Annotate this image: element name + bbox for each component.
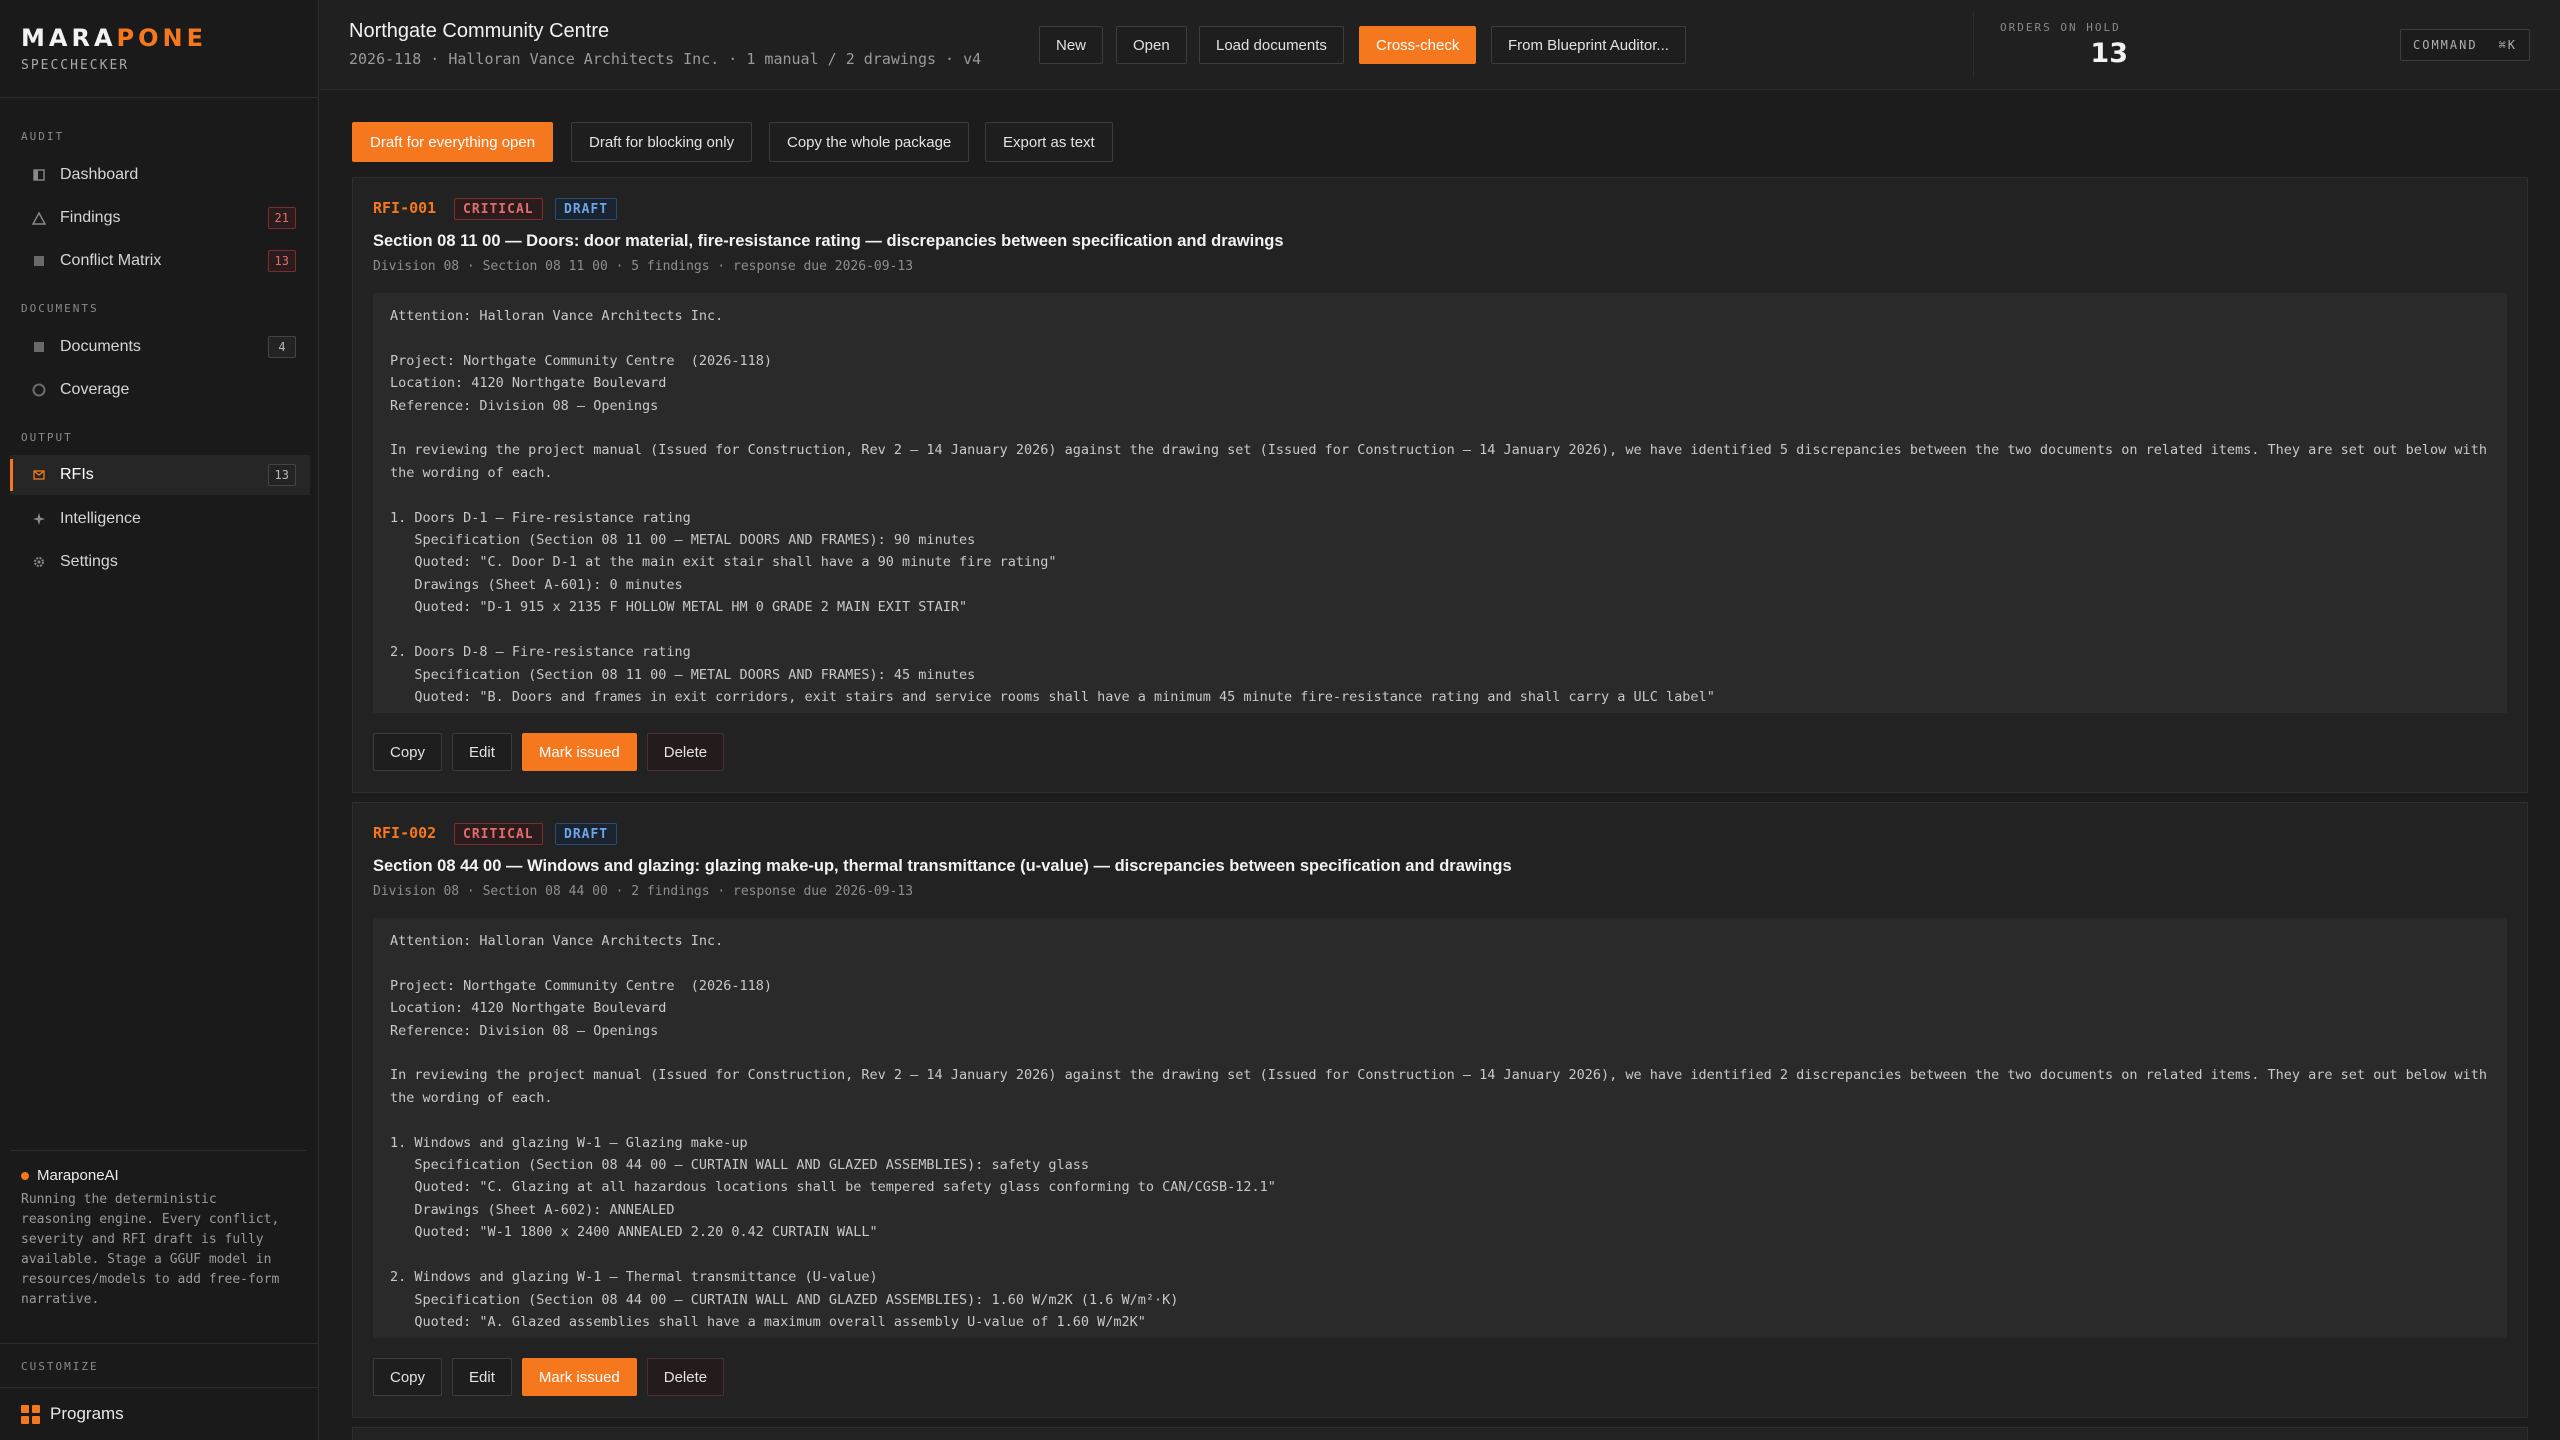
sidebar: MARAPONE SPECCHECKER AUDIT Dashboard Fin… [0, 0, 319, 1440]
sparkle-icon [32, 512, 46, 526]
draft-everything-open-button[interactable]: Draft for everything open [352, 122, 554, 162]
rfis-count-badge: 13 [267, 464, 296, 486]
project-meta: 2026-118 · Halloran Vance Architects Inc… [349, 50, 982, 68]
sidebar-item-label: Findings [60, 209, 121, 226]
section-label-audit: AUDIT [21, 130, 65, 143]
new-button[interactable]: New [1039, 26, 1104, 64]
copy-whole-package-button[interactable]: Copy the whole package [769, 122, 970, 162]
orders-on-hold-label: ORDERS ON HOLD [2000, 21, 2121, 34]
delete-button[interactable]: Delete [646, 1358, 725, 1396]
orders-on-hold-value: 13 [2090, 38, 2128, 69]
sidebar-item-label: Settings [60, 553, 118, 570]
findings-count-badge: 21 [267, 207, 296, 229]
status-badge: DRAFT [555, 823, 618, 845]
rfi-id: RFI-001 [373, 199, 437, 217]
sidebar-item-label: Intelligence [60, 510, 141, 527]
status-dot-icon [21, 1171, 29, 1180]
divider [1973, 12, 1974, 78]
sidebar-item-intelligence[interactable]: Intelligence [10, 499, 310, 539]
rfi-card: RFI-002 CRITICAL DRAFT Section 08 44 00 … [352, 802, 2528, 1418]
sidebar-item-dashboard[interactable]: Dashboard [10, 155, 310, 195]
open-button[interactable]: Open [1116, 26, 1187, 64]
sidebar-item-findings[interactable]: Findings 21 [10, 198, 310, 238]
rfi-card [352, 1427, 2528, 1440]
rfi-id: RFI-002 [373, 824, 437, 842]
matrix-icon [32, 254, 46, 268]
sidebar-item-label: RFIs [60, 466, 94, 483]
document-icon [32, 340, 46, 354]
rfi-card: RFI-001 CRITICAL DRAFT Section 08 11 00 … [352, 177, 2528, 793]
command-shortcut: ⌘K [2498, 38, 2517, 52]
load-documents-button[interactable]: Load documents [1199, 26, 1344, 64]
edit-button[interactable]: Edit [452, 733, 512, 771]
rfi-meta: Division 08 · Section 08 44 00 · 2 findi… [373, 884, 914, 899]
divider [0, 1387, 319, 1388]
draft-blocking-only-button[interactable]: Draft for blocking only [571, 122, 753, 162]
divider [0, 97, 319, 98]
severity-badge: CRITICAL [454, 198, 543, 220]
sidebar-item-coverage[interactable]: Coverage [10, 370, 310, 410]
grid-icon [21, 1404, 40, 1424]
programs-button[interactable]: Programs [21, 1400, 124, 1428]
sidebar-item-label: Conflict Matrix [60, 252, 162, 269]
sidebar-item-settings[interactable]: Settings [10, 542, 310, 582]
sidebar-item-label: Dashboard [60, 166, 139, 183]
sidebar-item-label: Documents [60, 338, 141, 355]
rfi-letter-body[interactable]: Attention: Halloran Vance Architects Inc… [373, 918, 2507, 1338]
coverage-icon [32, 383, 46, 397]
command-palette-button[interactable]: COMMAND ⌘K [2400, 29, 2530, 61]
section-label-documents: DOCUMENTS [21, 302, 99, 315]
ai-status-panel: MaraponeAI Running the deterministic rea… [10, 1150, 306, 1310]
mark-issued-button[interactable]: Mark issued [521, 733, 637, 771]
conflict-count-badge: 13 [267, 250, 296, 272]
mark-issued-button[interactable]: Mark issued [521, 1358, 637, 1396]
rfi-title: Section 08 44 00 — Windows and glazing: … [373, 857, 1512, 875]
brand-subtitle: SPECCHECKER [21, 58, 130, 73]
section-label-customize: CUSTOMIZE [21, 1360, 99, 1373]
divider [0, 1343, 319, 1344]
delete-button[interactable]: Delete [646, 733, 725, 771]
project-title: Northgate Community Centre [349, 20, 610, 42]
sidebar-item-label: Coverage [60, 381, 130, 398]
rfi-letter-body[interactable]: Attention: Halloran Vance Architects Inc… [373, 293, 2507, 713]
rfi-actions: Copy Edit Mark issued Delete [373, 733, 725, 771]
warning-icon [32, 211, 46, 225]
sidebar-item-conflict-matrix[interactable]: Conflict Matrix 13 [10, 241, 310, 281]
section-label-output: OUTPUT [21, 431, 73, 444]
rfi-actions: Copy Edit Mark issued Delete [373, 1358, 725, 1396]
sidebar-item-documents[interactable]: Documents 4 [10, 327, 310, 367]
rfi-meta: Division 08 · Section 08 11 00 · 5 findi… [373, 259, 914, 274]
sidebar-item-rfis[interactable]: RFIs 13 [10, 455, 310, 495]
gear-icon [32, 555, 46, 569]
severity-badge: CRITICAL [454, 823, 543, 845]
brand-logo[interactable]: MARAPONE SPECCHECKER [21, 24, 207, 73]
command-label: COMMAND [2413, 38, 2478, 52]
documents-count-badge: 4 [268, 336, 296, 358]
rfi-title: Section 08 11 00 — Doors: door material,… [373, 232, 1284, 250]
brand-name: MARAPONE [21, 24, 207, 52]
top-bar: Northgate Community Centre 2026-118 · Ha… [320, 0, 2560, 90]
ai-status-text: Running the deterministic reasoning engi… [21, 1192, 280, 1307]
copy-button[interactable]: Copy [373, 733, 443, 771]
status-badge: DRAFT [555, 198, 618, 220]
cross-check-button[interactable]: Cross-check [1359, 26, 1477, 64]
export-as-text-button[interactable]: Export as text [985, 122, 1113, 162]
edit-button[interactable]: Edit [452, 1358, 512, 1396]
mail-icon [32, 468, 46, 482]
ai-status-title: MaraponeAI [21, 1167, 295, 1184]
copy-button[interactable]: Copy [373, 1358, 443, 1396]
from-blueprint-auditor-button[interactable]: From Blueprint Auditor... [1491, 26, 1686, 64]
dashboard-icon [32, 168, 46, 182]
programs-label: Programs [50, 1404, 124, 1423]
